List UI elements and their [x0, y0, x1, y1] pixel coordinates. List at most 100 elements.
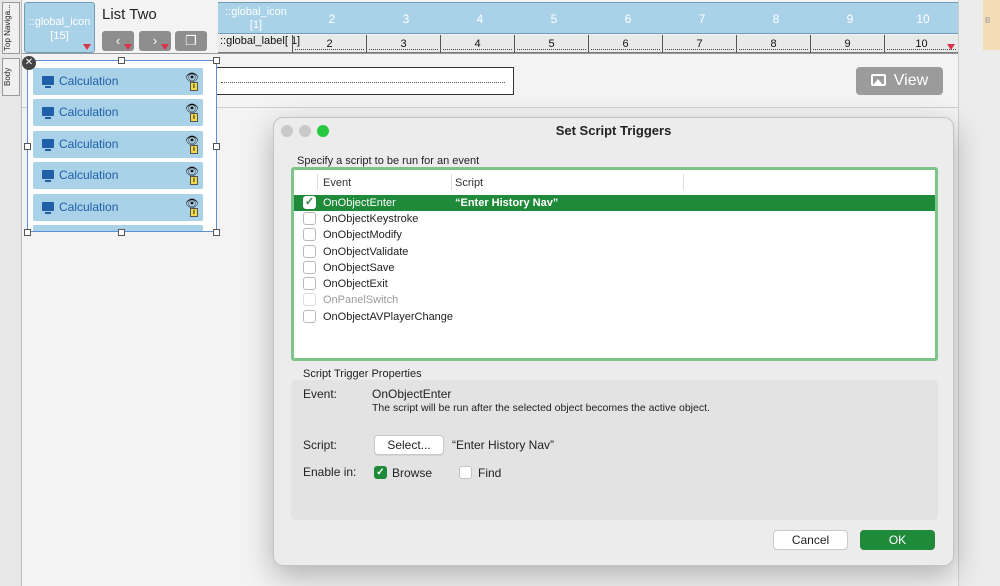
- list-title: List Two: [102, 6, 157, 23]
- column-header-script[interactable]: Script: [455, 170, 483, 194]
- monitor-icon: [42, 76, 54, 88]
- resize-handle[interactable]: [118, 57, 125, 64]
- right-part-tab[interactable]: B: [983, 0, 1000, 50]
- text-field[interactable]: [214, 67, 514, 95]
- monitor-icon: [42, 170, 54, 182]
- list-item[interactable]: Calculation 👁 i: [33, 99, 203, 126]
- event-row-onobjectavplayerchange[interactable]: OnObjectAVPlayerChange: [294, 309, 935, 325]
- event-name: OnObjectAVPlayerChange: [323, 311, 454, 323]
- resize-handle[interactable]: [213, 57, 220, 64]
- list-item-label: Calculation: [59, 105, 119, 119]
- portal-label-cell[interactable]: 5: [514, 35, 588, 53]
- event-row-onobjectsave[interactable]: OnObjectSave: [294, 260, 935, 276]
- portal-label-cell[interactable]: 2: [292, 35, 366, 53]
- browse-checkbox[interactable]: ✓: [374, 466, 387, 479]
- part-label-top-navigation[interactable]: Top Naviga...: [2, 2, 20, 54]
- view-button[interactable]: View: [856, 67, 943, 95]
- monitor-icon: [42, 202, 54, 214]
- event-checkbox[interactable]: [303, 212, 316, 225]
- chevron-right-icon: ›: [152, 33, 158, 48]
- script-value: “Enter History Nav”: [452, 438, 555, 452]
- list-item-label: Calculation: [59, 137, 119, 151]
- event-row-onobjectenter[interactable]: ✓ OnObjectEnter “Enter History Nav”: [294, 195, 935, 211]
- list-item[interactable]: Calculation 👁 i: [33, 194, 203, 221]
- portal-label-first-cell[interactable]: ::global_label[ 1]: [220, 35, 300, 47]
- resize-handle[interactable]: [24, 229, 31, 236]
- event-name: OnObjectEnter: [323, 197, 396, 209]
- portal-label-cell[interactable]: 6: [588, 35, 662, 53]
- conditional-format-badge-icon: [947, 44, 955, 50]
- portal-label-cell[interactable]: 3: [366, 35, 440, 53]
- script-label: Script:: [303, 438, 338, 452]
- cancel-button[interactable]: Cancel: [773, 530, 848, 550]
- portal-header-row: ::global_icon [1] 2 3 4 5 6 7 8 9 10: [218, 2, 958, 34]
- portal-label-cell[interactable]: 7: [662, 35, 736, 53]
- event-row-onobjectexit[interactable]: OnObjectExit: [294, 276, 935, 292]
- portal-header-first-cell[interactable]: ::global_icon [1]: [222, 6, 290, 32]
- event-checkbox[interactable]: [303, 277, 316, 290]
- chevron-left-icon: ‹: [115, 33, 121, 48]
- event-value: OnObjectEnter: [372, 387, 452, 401]
- list-item[interactable]: Calculation 👁 i: [33, 68, 203, 95]
- find-checkbox[interactable]: [459, 466, 472, 479]
- dotted-baseline: [517, 49, 586, 50]
- resize-handle[interactable]: [213, 229, 220, 236]
- portal-label-cell[interactable]: 4: [440, 35, 514, 53]
- trigger-properties-panel: Event: OnObjectEnter The script will be …: [291, 380, 938, 520]
- dotted-baseline: [739, 49, 808, 50]
- forward-nav-button[interactable]: ›: [139, 31, 171, 51]
- dialog-titlebar[interactable]: Set Script Triggers: [274, 118, 953, 143]
- event-row-onobjectkeystroke[interactable]: OnObjectKeystroke: [294, 211, 935, 227]
- ok-button[interactable]: OK: [860, 530, 935, 550]
- portal-list[interactable]: Calculation 👁 i Calculation 👁 i Calculat…: [27, 60, 217, 232]
- event-row-onobjectmodify[interactable]: OnObjectModify: [294, 227, 935, 243]
- select-script-button[interactable]: Select...: [374, 435, 444, 455]
- event-checkbox[interactable]: ✓: [303, 196, 316, 209]
- portal-header-cell[interactable]: 4: [470, 12, 490, 26]
- event-script: “Enter History Nav”: [455, 197, 559, 209]
- list-item-label: Calculation: [59, 74, 119, 88]
- portal-label-cell[interactable]: 9: [810, 35, 884, 53]
- list-item-label: Calculation: [59, 168, 119, 182]
- conditional-format-badge-icon: [83, 44, 91, 50]
- event-name: OnObjectKeystroke: [323, 213, 419, 225]
- part-label-body[interactable]: Body: [2, 58, 20, 96]
- event-checkbox: [303, 293, 316, 306]
- dotted-baseline: [887, 49, 956, 50]
- portal-header-cell[interactable]: 3: [396, 12, 416, 26]
- close-circle-icon[interactable]: ✕: [22, 56, 36, 70]
- dotted-baseline: [221, 82, 505, 83]
- event-name: OnObjectExit: [323, 278, 388, 290]
- resize-handle[interactable]: [213, 143, 220, 150]
- column-separator: [317, 174, 318, 190]
- info-badge-icon: i: [190, 176, 198, 185]
- info-badge-icon: i: [190, 82, 198, 91]
- event-checkbox[interactable]: [303, 245, 316, 258]
- copy-window-button[interactable]: ❐: [175, 31, 207, 51]
- global-icon-tile[interactable]: ::global_icon [15]: [24, 2, 95, 53]
- event-checkbox[interactable]: [303, 228, 316, 241]
- portal-header-cell[interactable]: 7: [692, 12, 712, 26]
- info-badge-icon: i: [190, 145, 198, 154]
- info-badge-icon: i: [190, 113, 198, 122]
- portal-header-cell[interactable]: 5: [544, 12, 564, 26]
- portal-header-cell[interactable]: 9: [840, 12, 860, 26]
- event-row-onobjectvalidate[interactable]: OnObjectValidate: [294, 244, 935, 260]
- event-checkbox[interactable]: [303, 310, 316, 323]
- portal-header-cell[interactable]: 10: [912, 12, 934, 26]
- event-checkbox[interactable]: [303, 261, 316, 274]
- column-header-event[interactable]: Event: [323, 170, 351, 194]
- event-table: Event Script ✓ OnObjectEnter “Enter Hist…: [291, 167, 938, 361]
- portal-header-cell[interactable]: 2: [322, 12, 342, 26]
- resize-handle[interactable]: [24, 143, 31, 150]
- dotted-baseline: [443, 49, 512, 50]
- resize-handle[interactable]: [118, 229, 125, 236]
- portal-header-cell[interactable]: 6: [618, 12, 638, 26]
- portal-label-cell[interactable]: 8: [736, 35, 810, 53]
- list-item[interactable]: Calculation 👁 i: [33, 162, 203, 189]
- back-nav-button[interactable]: ‹: [102, 31, 134, 51]
- portal-header-cell[interactable]: 8: [766, 12, 786, 26]
- view-button-label: View: [893, 72, 929, 89]
- browse-label: Browse: [392, 466, 433, 480]
- list-item[interactable]: Calculation 👁 i: [33, 131, 203, 158]
